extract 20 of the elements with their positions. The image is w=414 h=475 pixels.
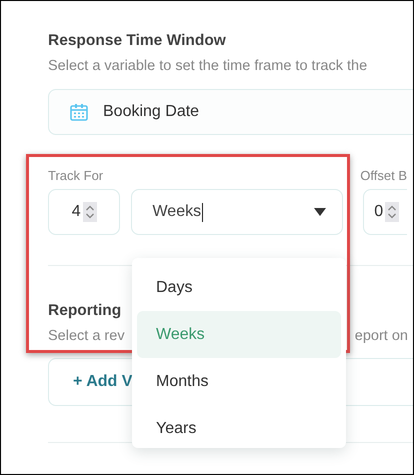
variable-value: Booking Date [103, 103, 200, 121]
stepper-icon[interactable] [385, 202, 400, 222]
section-description: Select a variable to set the time frame to track the [48, 58, 368, 74]
calendar-icon [69, 102, 89, 122]
menu-option[interactable]: Months [137, 358, 341, 405]
menu-option[interactable]: Days [137, 264, 341, 311]
section-title: Response Time Window [48, 32, 227, 50]
unit-dropdown[interactable]: Weeks [131, 189, 344, 235]
menu-option[interactable]: Years [137, 405, 341, 452]
section-description: Select a rev [48, 328, 125, 344]
caret-icon [314, 208, 326, 216]
section-title: Reporting [48, 302, 122, 320]
number-field[interactable]: 4 [48, 189, 120, 235]
number-field[interactable]: 0 [363, 189, 407, 235]
text-cursor [202, 202, 204, 222]
field-label: Offset B [360, 168, 407, 183]
stepper-icon[interactable] [82, 202, 97, 222]
variable-field[interactable]: Booking Date [48, 89, 413, 135]
section-description: eport on [354, 328, 408, 344]
field-label: Track For [48, 168, 104, 183]
